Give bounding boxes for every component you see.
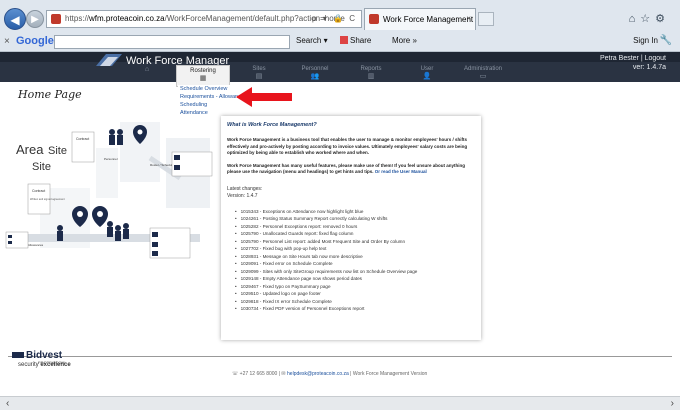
- diagram-contract-label-1: Contract: [76, 137, 89, 141]
- user-icon: 👤: [422, 73, 432, 80]
- wrench-icon[interactable]: 🔧: [660, 35, 672, 46]
- google-toolbar: × Google Search ▾ Share More » Sign In 🔧: [0, 33, 680, 51]
- changes-list: 1015343 - Exceptions on Attendance now h…: [235, 208, 475, 313]
- list-item: 1029148 - Empty Attendance page now show…: [235, 275, 475, 283]
- latest-changes-label: Latest changes:: [227, 185, 263, 192]
- reports-icon: ▥: [367, 73, 375, 80]
- email-icon: ✉: [281, 371, 286, 377]
- info-panel: What is Work Force Management? Work Forc…: [221, 116, 481, 340]
- list-item: 1025790 - Unallocated Guards report: fix…: [235, 230, 475, 238]
- menu-home[interactable]: ⌂: [120, 66, 174, 82]
- home-icon[interactable]: ⌂: [629, 13, 641, 25]
- app-header: Work Force Manager Petra Bester | Logout…: [0, 52, 680, 87]
- browser-tab[interactable]: Work Force Management ×: [364, 8, 476, 30]
- page-title: Home Page: [18, 88, 82, 101]
- diagram-allowances-label: Allowances: [28, 243, 44, 247]
- list-item: 1027702 - Fixed bug with pop-up help tex…: [235, 245, 475, 253]
- menu-rostering[interactable]: Rostering ▦: [176, 65, 230, 87]
- calendar-icon: ▦: [199, 75, 207, 82]
- settings-gear-icon[interactable]: ⚙: [655, 13, 670, 25]
- user-info: Petra Bester | Logout ver: 1.4.7a: [600, 54, 666, 72]
- menu-sites[interactable]: Sites ▤: [232, 66, 286, 82]
- home-icon: ⌂: [144, 66, 150, 73]
- address-bar[interactable]: https://wfm.proteacoin.co.za/WorkForceMa…: [46, 10, 362, 28]
- menu-reports[interactable]: Reports ▥: [344, 66, 398, 82]
- diagram-personnel-label: Personnel: [104, 157, 118, 161]
- list-item: 1029510 - Updated logo on page footer: [235, 290, 475, 298]
- list-item: 1030734 - Fixed PDF version of Personnel…: [235, 305, 475, 313]
- list-item: 1029467 - Fixed typo on PaySummary page: [235, 283, 475, 291]
- diagram-area-label: Area: [16, 142, 44, 157]
- tab-title: Work Force Management: [383, 15, 474, 24]
- tab-close-icon[interactable]: ×: [466, 14, 471, 23]
- phone-icon: ☏: [232, 371, 239, 377]
- admin-icon: ▭: [479, 73, 487, 80]
- forward-button[interactable]: ▶: [26, 10, 44, 28]
- share-icon: [340, 36, 348, 44]
- footer-tail: | Work Force Management Version: [348, 371, 428, 377]
- list-item: 1025282 - Personnel Exceptions report: r…: [235, 223, 475, 231]
- diagram-site-label-1: Site: [48, 145, 67, 157]
- browser-nav-row: ◀ ▶ https://wfm.proteacoin.co.za/WorkFor…: [0, 8, 680, 30]
- scroll-right-icon[interactable]: ›: [671, 398, 674, 409]
- address-tools-icon[interactable]: ρ ▾ 🔒 C: [312, 14, 357, 23]
- version-label: Version: 1.4.7: [227, 192, 258, 199]
- footer-contact: ☏ +27 12 665 8000 | ✉ helpdesk@proteacoi…: [232, 371, 427, 377]
- footer-divider: [8, 356, 672, 357]
- security-tagline: security excellence: [18, 362, 71, 368]
- workforce-diagram: Area Site Site Contract Contract Written…: [5, 122, 213, 259]
- diagram-site-label-2: Site: [32, 161, 51, 173]
- list-item: 1028931 - Message on Site Hours tab now …: [235, 253, 475, 261]
- diagram-roster-label: Roster / Schedule: [150, 163, 174, 167]
- list-item: 1025790 - Personnel List report: added M…: [235, 238, 475, 246]
- favorites-star-icon[interactable]: ☆: [640, 13, 655, 25]
- new-tab-button[interactable]: [478, 12, 494, 26]
- list-item: 1024261 - Posting Status Summary Report …: [235, 215, 475, 223]
- list-item: 1029099 - Sites with only SiteGroup requ…: [235, 268, 475, 276]
- list-item: 1029818 - Fixed IX error Schedule Comple…: [235, 298, 475, 306]
- version-badge: ver: 1.4.7a: [632, 64, 666, 71]
- google-share-button[interactable]: Share: [340, 36, 371, 45]
- info-paragraph-1: Work Force Management is a business tool…: [227, 137, 468, 155]
- google-logo: Google: [16, 35, 54, 47]
- browser-chrome: ◀ ▶ https://wfm.proteacoin.co.za/WorkFor…: [0, 0, 680, 52]
- list-item: 1029091 - Fixed error on Schedule Comple…: [235, 260, 475, 268]
- user-logout-link[interactable]: Petra Bester | Logout: [600, 54, 666, 63]
- toolbar-close-icon[interactable]: ×: [4, 36, 10, 47]
- footer-email-link[interactable]: helpdesk@proteacoin.co.za: [287, 371, 349, 377]
- google-more-button[interactable]: More »: [392, 36, 417, 45]
- google-search-button[interactable]: Search ▾: [296, 36, 328, 45]
- info-heading: What is Work Force Management?: [227, 122, 317, 128]
- browser-toolbar-icons: ⌂☆⚙: [629, 12, 670, 25]
- people-icon: 👥: [310, 73, 320, 80]
- menu-user[interactable]: User 👤: [400, 66, 454, 82]
- google-signin-link[interactable]: Sign In: [633, 36, 658, 45]
- menu-administration[interactable]: Administration ▭: [456, 66, 510, 82]
- back-button[interactable]: ◀: [4, 8, 26, 30]
- diagram-contract-note: Written and signed agreement: [30, 197, 65, 201]
- user-manual-link[interactable]: Or read the User Manual: [375, 169, 427, 174]
- bidvest-logo: Bidvest PROTEA COIN: [12, 350, 65, 365]
- footer-phone: +27 12 665 8000 |: [239, 371, 281, 377]
- info-paragraph-2: Work Force Management has many useful fe…: [227, 162, 465, 175]
- red-arrow-icon: [236, 87, 292, 107]
- address-url: https://wfm.proteacoin.co.za/WorkForceMa…: [65, 14, 345, 23]
- tab-favicon-icon: [369, 14, 379, 24]
- list-item: 1015343 - Exceptions on Attendance now h…: [235, 208, 475, 216]
- google-search-input[interactable]: [54, 35, 290, 49]
- app-logo-icon: [96, 54, 122, 66]
- diagram-contract-label-2: Contract: [32, 189, 45, 193]
- site-favicon-icon: [51, 14, 61, 24]
- scroll-left-icon[interactable]: ‹: [6, 398, 9, 409]
- sites-icon: ▤: [255, 73, 263, 80]
- horizontal-scrollbar[interactable]: ‹ ›: [0, 396, 680, 410]
- menu-personnel[interactable]: Personnel 👥: [288, 66, 342, 82]
